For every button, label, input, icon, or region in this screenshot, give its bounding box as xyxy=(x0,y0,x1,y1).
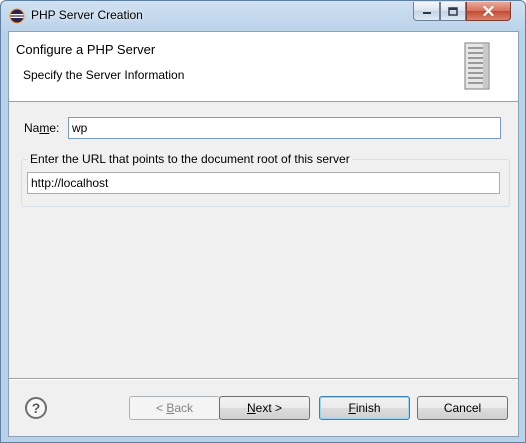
server-icon xyxy=(464,42,490,90)
document-root-url-input[interactable] xyxy=(27,172,500,194)
eclipse-icon xyxy=(9,8,25,24)
back-button[interactable]: < Back xyxy=(129,396,220,420)
close-button[interactable] xyxy=(466,2,511,21)
title-bar[interactable]: PHP Server Creation xyxy=(1,1,525,31)
next-button[interactable]: Next > xyxy=(219,396,310,420)
footer-separator xyxy=(9,378,518,380)
url-group-label: Enter the URL that points to the documen… xyxy=(28,152,352,166)
cancel-button[interactable]: Cancel xyxy=(417,396,508,420)
dialog-window: PHP Server Creation Configure a PHP Serv… xyxy=(0,0,526,443)
close-icon xyxy=(483,6,494,16)
finish-button[interactable]: Finish xyxy=(319,396,410,420)
page-title: Configure a PHP Server xyxy=(16,42,156,57)
window-title: PHP Server Creation xyxy=(31,8,143,22)
name-label: Name: xyxy=(24,121,60,135)
minimize-button[interactable] xyxy=(413,2,440,21)
minimize-icon xyxy=(422,12,431,14)
dialog-body: Configure a PHP Server Specify the Serve… xyxy=(8,31,519,437)
maximize-icon xyxy=(448,6,458,16)
page-description: Specify the Server Information xyxy=(23,68,185,82)
help-icon: ? xyxy=(31,400,41,416)
maximize-button[interactable] xyxy=(440,2,466,21)
help-button[interactable]: ? xyxy=(25,397,47,419)
wizard-header: Configure a PHP Server Specify the Serve… xyxy=(9,32,518,102)
name-input[interactable] xyxy=(68,117,501,139)
